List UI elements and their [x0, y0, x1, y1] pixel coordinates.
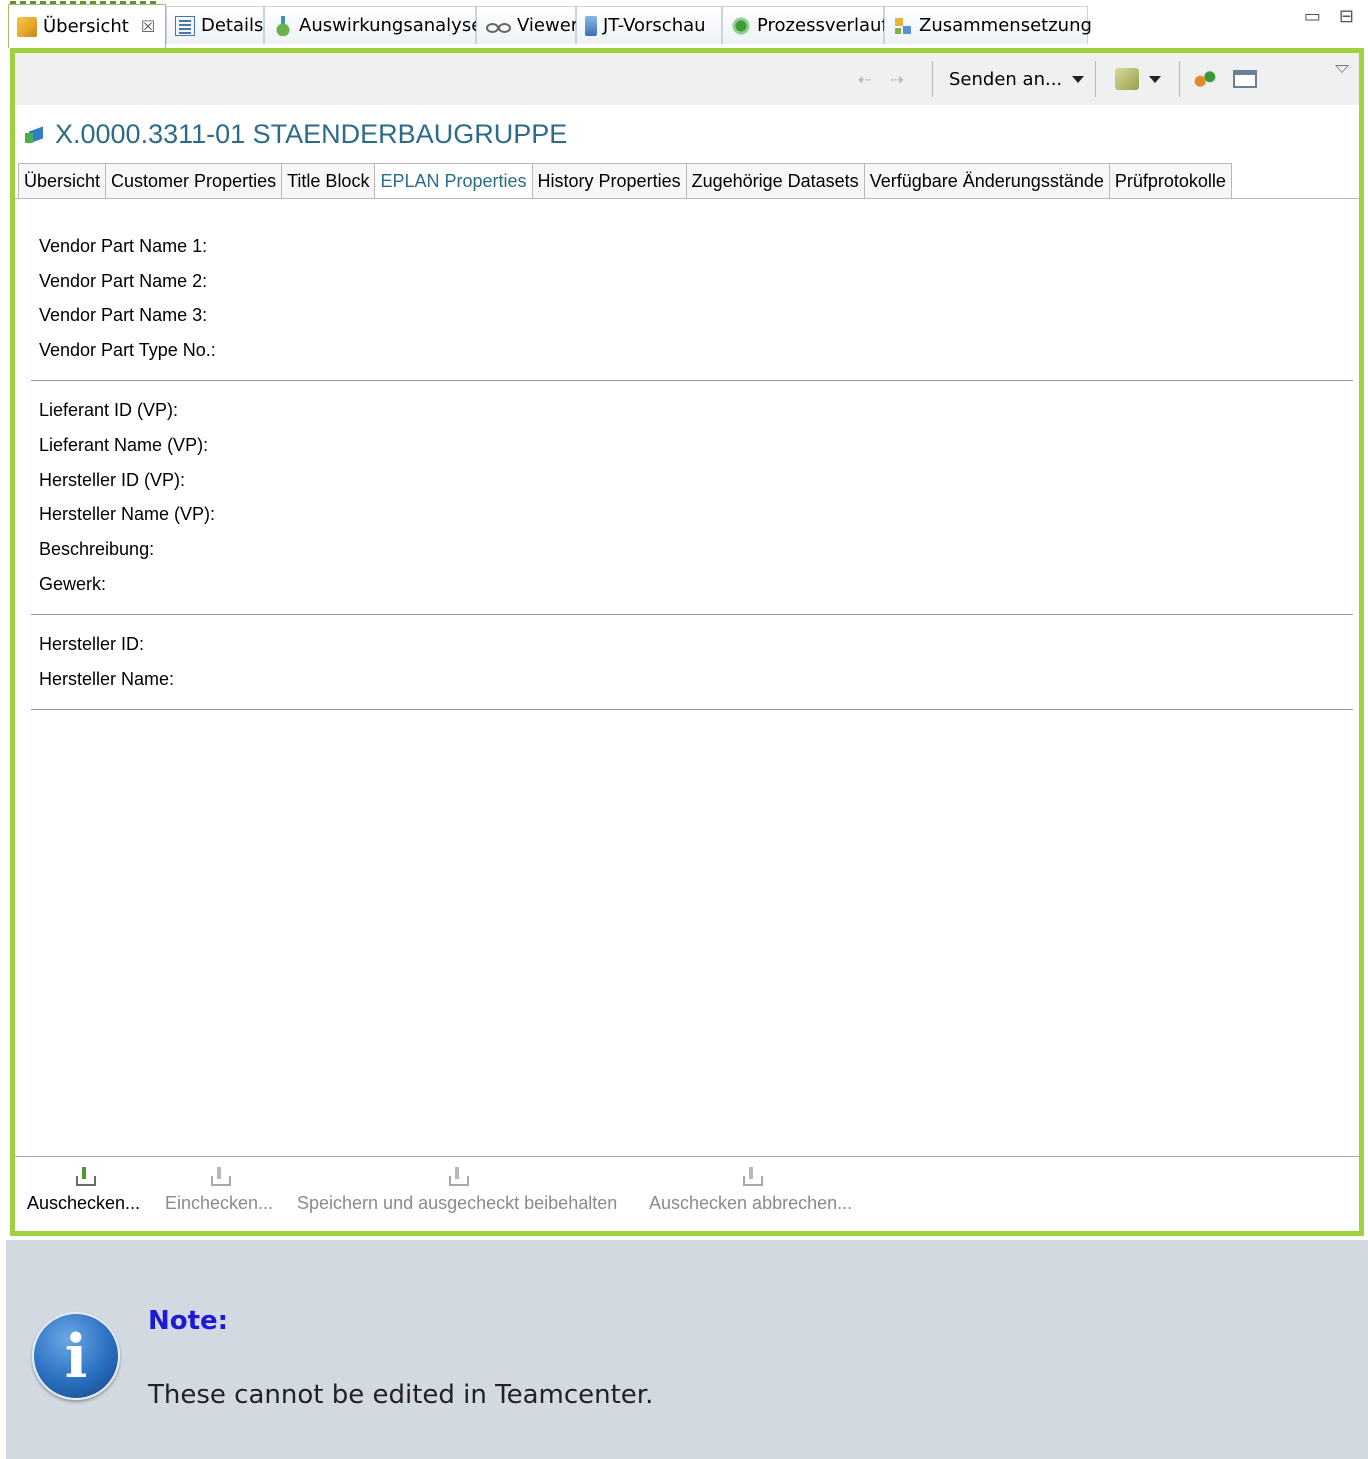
folder-icon [17, 16, 37, 37]
manufacturer-group: Hersteller ID: Hersteller Name: [31, 615, 1353, 710]
note-title: Note: [148, 1306, 229, 1336]
dataset-action-button[interactable] [1115, 61, 1161, 97]
cancel-checkout-icon [741, 1167, 763, 1187]
view-tab-auswirkungsanalyse[interactable]: Auswirkungsanalyse [264, 6, 482, 44]
view-tab-prozessverlauf[interactable]: Prozessverlauf [722, 6, 888, 44]
send-to-button[interactable]: Senden an... [949, 61, 1085, 97]
refresh-button[interactable] [1193, 61, 1217, 97]
view-tab-label: Übersicht [43, 16, 129, 37]
property-label: Vendor Part Name 3: [39, 305, 208, 326]
view-tab-viewer[interactable]: Viewer [476, 6, 579, 44]
tab-zugehoerige-datasets[interactable]: Zugehörige Datasets [685, 163, 864, 199]
view-tab-zusammensetzung[interactable]: Zusammensetzung [884, 6, 1092, 44]
view-tab-strip: Übersicht ☒ Details Auswirkungsanalyse V… [0, 0, 1368, 48]
view-tab-label: Details [201, 15, 264, 36]
checkin-icon [209, 1167, 232, 1187]
tab-customer-properties[interactable]: Customer Properties [105, 163, 282, 199]
toolbar-separator [1179, 61, 1180, 97]
jt-preview-icon [585, 15, 597, 36]
editor-toolbar: ⇠ ⇢ Senden an... [15, 53, 1359, 105]
cancel-checkout-button[interactable]: Auschecken abbrechen... [649, 1167, 852, 1214]
object-title-text: X.0000.3311-01 STAENDERBAUGRUPPE [55, 119, 568, 149]
view-menu-icon[interactable] [1335, 65, 1349, 73]
checkout-button[interactable]: Auschecken... [27, 1167, 140, 1214]
view-tab-label: Auswirkungsanalyse [299, 15, 483, 36]
chevron-down-icon[interactable] [1149, 75, 1161, 83]
window-icon [1233, 70, 1257, 88]
command-label: Auschecken abbrechen... [649, 1193, 853, 1213]
sub-tab-divider [15, 198, 1359, 199]
info-icon: i [32, 1312, 120, 1400]
back-arrow-icon: ⇠ [858, 69, 872, 89]
tab-uebersicht[interactable]: Übersicht [18, 163, 106, 199]
tab-title-block[interactable]: Title Block [281, 163, 375, 199]
refresh-icon [1193, 68, 1217, 90]
property-label: Hersteller Name: [39, 668, 175, 689]
editor-frame: ⇠ ⇢ Senden an... X.0000.3311-01 STAENDER… [10, 48, 1364, 1236]
note-box: i Note: These cannot be edited in Teamce… [6, 1240, 1368, 1459]
vendor-part-group: Vendor Part Name 1: Vendor Part Name 2: … [31, 213, 1353, 382]
tab-pruefprotokolle[interactable]: Prüfprotokolle [1108, 163, 1232, 199]
impact-analysis-icon [273, 15, 293, 36]
view-tab-uebersicht[interactable]: Übersicht ☒ [8, 4, 166, 48]
property-label: Vendor Part Type No.: [39, 340, 216, 361]
view-tab-jt-vorschau[interactable]: JT-Vorschau [576, 6, 722, 44]
property-label: Gewerk: [39, 574, 107, 595]
tab-eplan-properties[interactable]: EPLAN Properties [374, 163, 532, 199]
chevron-down-icon[interactable] [1072, 75, 1085, 83]
eplan-properties-panel: Vendor Part Name 1: Vendor Part Name 2: … [31, 213, 1353, 710]
note-text: These cannot be edited in Teamcenter. [148, 1380, 654, 1410]
command-bar: Auschecken... Einchecken... Speichern un… [15, 1156, 1359, 1231]
property-label: Hersteller ID (VP): [39, 469, 186, 490]
property-label: Beschreibung: [39, 539, 155, 560]
dataset-icon [1115, 68, 1139, 90]
property-label: Lieferant Name (VP): [39, 434, 209, 455]
close-icon[interactable]: ☒ [141, 17, 155, 36]
window-controls: ▭ ⊟ [1304, 6, 1354, 27]
info-glyph: i [64, 1322, 88, 1392]
minimize-icon[interactable]: ▭ [1304, 6, 1321, 27]
composition-icon [893, 15, 913, 36]
maximize-icon[interactable]: ⊟ [1339, 6, 1354, 27]
open-window-button[interactable] [1233, 61, 1257, 97]
tab-verfuegbare-aenderungsstaende[interactable]: Verfügbare Änderungsstände [863, 163, 1109, 199]
property-label: Lieferant ID (VP): [39, 400, 179, 421]
property-label: Hersteller ID: [39, 633, 145, 654]
back-button[interactable]: ⇠ [858, 61, 871, 97]
forward-arrow-icon: ⇢ [890, 69, 904, 89]
command-label: Speichern und ausgecheckt beibehalten [297, 1193, 618, 1213]
view-tab-label: Zusammensetzung [919, 15, 1092, 36]
supplier-group: Lieferant ID (VP): Lieferant Name (VP): … [31, 381, 1353, 615]
process-history-icon [731, 15, 751, 36]
property-label: Vendor Part Name 2: [39, 270, 208, 291]
view-tab-details[interactable]: Details [166, 6, 264, 44]
view-tab-label: Viewer [517, 15, 579, 36]
save-icon [447, 1167, 470, 1187]
save-keep-checked-out-button[interactable]: Speichern und ausgecheckt beibehalten [297, 1167, 617, 1214]
toolbar-separator [1095, 61, 1096, 97]
item-revision-icon [25, 125, 47, 145]
sub-tab-bar: Übersicht Customer Properties Title Bloc… [18, 163, 1232, 199]
view-tab-label: JT-Vorschau [603, 15, 706, 36]
object-title: X.0000.3311-01 STAENDERBAUGRUPPE [25, 119, 567, 150]
property-label: Vendor Part Name 1: [39, 235, 208, 256]
details-icon [175, 15, 195, 36]
checkout-icon [74, 1167, 96, 1187]
property-label: Hersteller Name (VP): [39, 504, 216, 525]
forward-button[interactable]: ⇢ [890, 61, 903, 97]
checkin-button[interactable]: Einchecken... [165, 1167, 273, 1214]
command-label: Einchecken... [165, 1193, 274, 1213]
send-to-label: Senden an... [949, 68, 1063, 90]
toolbar-separator [932, 61, 933, 97]
glasses-icon [485, 16, 511, 36]
tab-history-properties[interactable]: History Properties [531, 163, 686, 199]
command-label: Auschecken... [27, 1193, 141, 1213]
view-tab-label: Prozessverlauf [757, 15, 888, 36]
